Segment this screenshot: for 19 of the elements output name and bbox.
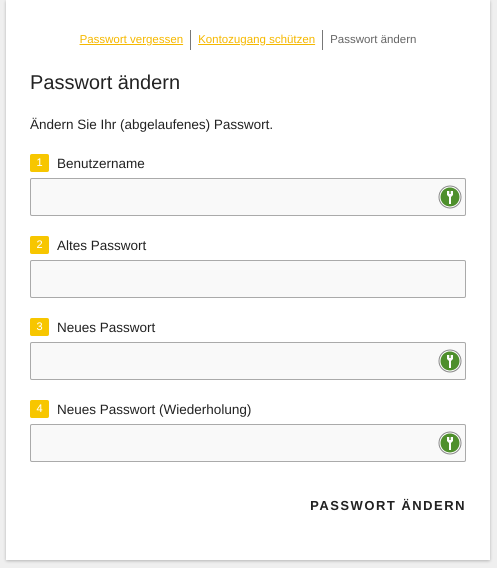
page-title: Passwort ändern — [30, 71, 182, 96]
breadcrumb-link[interactable]: Passwort ändern — [322, 30, 424, 50]
key-icon — [438, 431, 462, 455]
key-icon — [438, 349, 462, 373]
input-field[interactable] — [30, 260, 466, 298]
step-number: 4 — [30, 400, 49, 418]
input-field[interactable] — [30, 424, 466, 462]
field-label: Neues Passwort (Wiederholung) — [57, 402, 252, 416]
field-label: Neues Passwort — [57, 320, 156, 334]
submit-button[interactable]: PASSWORT ÄNDERN — [310, 492, 466, 519]
input-field[interactable] — [30, 178, 466, 216]
input-field[interactable] — [30, 342, 466, 380]
step-number: 2 — [30, 236, 49, 254]
step-number: 3 — [30, 318, 49, 336]
description: Ändern Sie Ihr (abgelaufenes) Passwort. — [30, 116, 274, 134]
step-number: 1 — [30, 154, 49, 172]
field-label: Benutzername — [57, 156, 145, 170]
key-icon — [438, 185, 462, 209]
field-label: Altes Passwort — [57, 238, 146, 252]
